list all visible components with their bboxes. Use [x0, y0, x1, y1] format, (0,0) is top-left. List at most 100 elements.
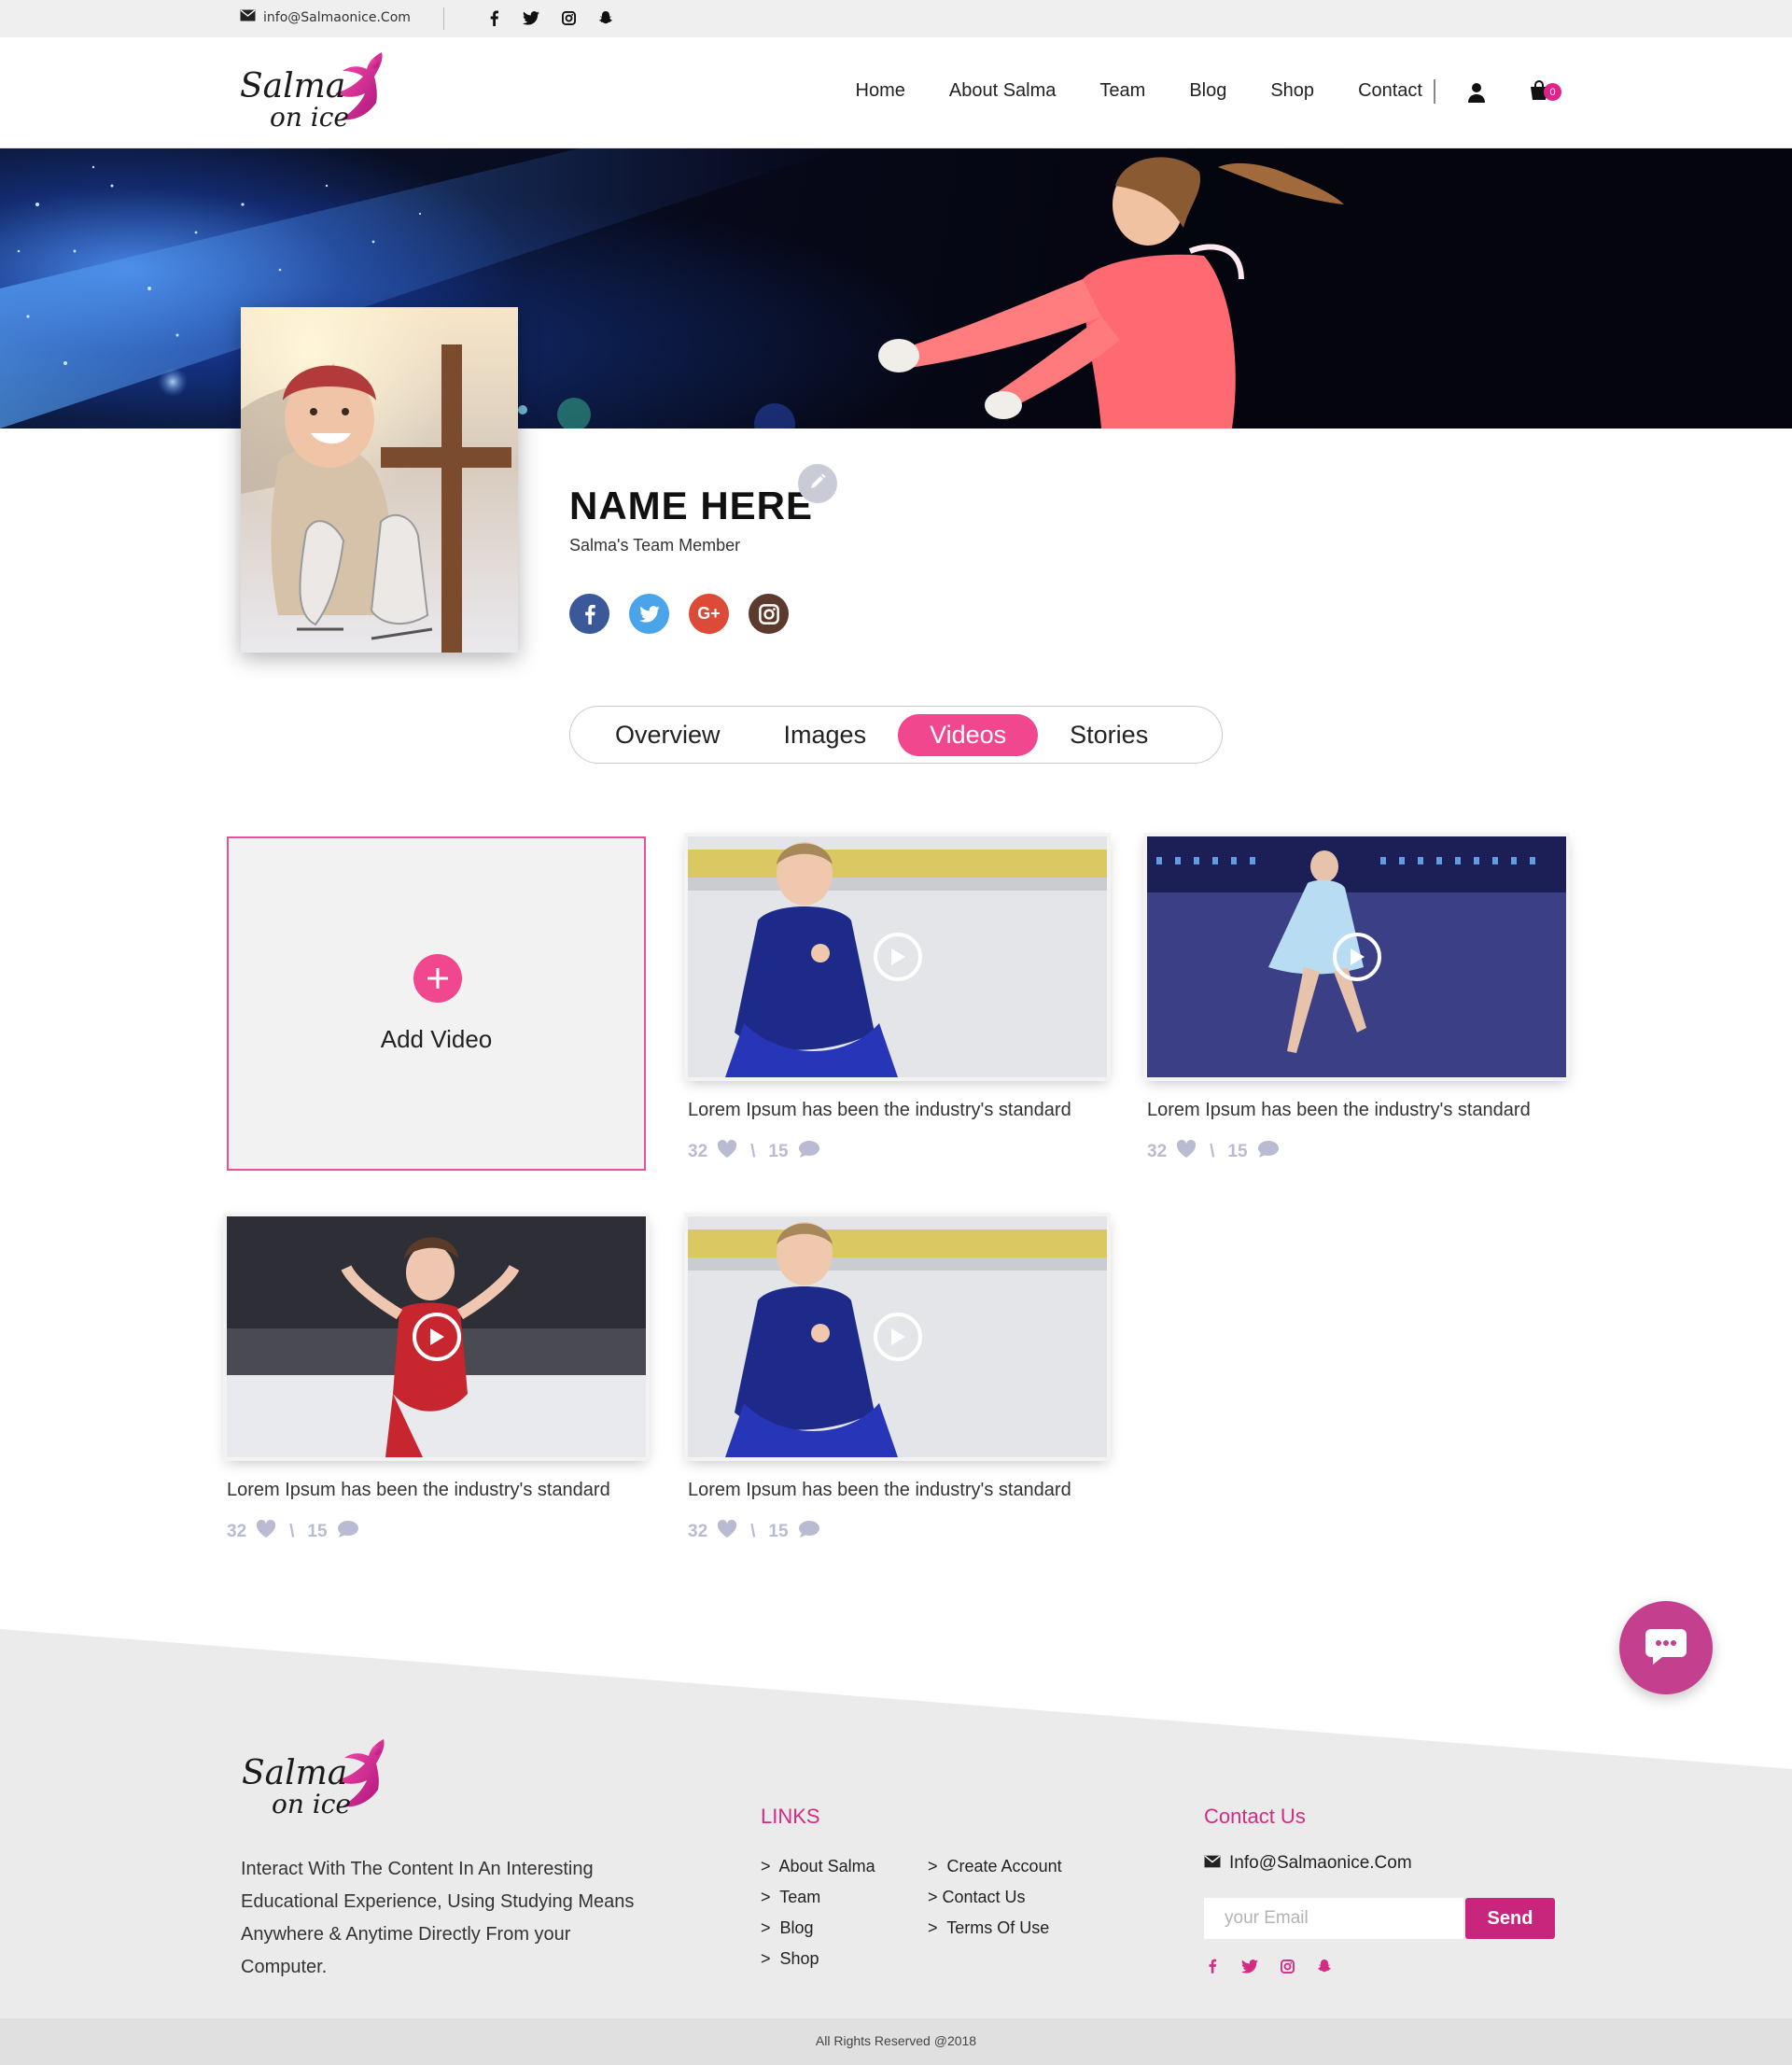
- stats-separator: \: [750, 1522, 756, 1541]
- copyright-text: All Rights Reserved @2018: [815, 2033, 977, 2048]
- comment-icon[interactable]: [798, 1520, 820, 1544]
- snapchat-icon[interactable]: [1316, 1958, 1333, 1974]
- comment-icon[interactable]: [337, 1520, 359, 1544]
- nav-home[interactable]: Home: [856, 80, 905, 102]
- footer-link-label: Shop: [779, 1949, 819, 1968]
- site-logo[interactable]: Salma on ice: [238, 45, 397, 138]
- edit-profile-button[interactable]: [798, 464, 837, 503]
- profile-name: NAME HERE: [569, 484, 814, 527]
- video-thumbnail[interactable]: [227, 1216, 646, 1457]
- add-video-card[interactable]: Add Video: [227, 836, 646, 1171]
- footer-link-blog[interactable]: > Blog: [761, 1913, 875, 1944]
- facebook-icon[interactable]: [569, 594, 609, 634]
- footer-email[interactable]: Info@Salmaonice.Com: [1204, 1853, 1412, 1874]
- topbar-social-links: [485, 9, 614, 26]
- heart-icon[interactable]: [1176, 1139, 1197, 1164]
- nav-about-salma[interactable]: About Salma: [949, 80, 1057, 102]
- footer-links-col2: > Create Account > Contact Us > Terms Of…: [928, 1851, 1062, 1944]
- envelope-icon: [240, 9, 256, 25]
- twitter-icon[interactable]: [629, 594, 669, 634]
- topbar-divider: [443, 7, 444, 30]
- video-stats: 32 \ 15: [688, 1139, 820, 1164]
- profile-tabs: Overview Images Videos Stories: [569, 706, 1223, 764]
- footer-link-label: Create Account: [946, 1857, 1062, 1875]
- likes-count: 32: [1147, 1142, 1168, 1161]
- likes-count: 32: [688, 1142, 708, 1161]
- video-title[interactable]: Lorem Ipsum has been the industry's stan…: [688, 1480, 1071, 1501]
- tab-stories[interactable]: Stories: [1038, 714, 1180, 756]
- comments-count: 15: [307, 1522, 328, 1541]
- plus-icon: [413, 954, 462, 1003]
- footer-link-contact-us[interactable]: > Contact Us: [928, 1882, 1062, 1913]
- footer-link-label: Terms Of Use: [946, 1918, 1050, 1937]
- svg-text:Salma: Salma: [240, 67, 345, 105]
- heart-icon[interactable]: [717, 1139, 737, 1164]
- footer-social-links: [1204, 1958, 1333, 1974]
- video-title[interactable]: Lorem Ipsum has been the industry's stan…: [688, 1100, 1071, 1121]
- tab-videos[interactable]: Videos: [898, 713, 1039, 756]
- user-icon[interactable]: [1467, 82, 1486, 106]
- instagram-icon[interactable]: [1279, 1958, 1295, 1974]
- stats-separator: \: [1210, 1142, 1215, 1161]
- video-title[interactable]: Lorem Ipsum has been the industry's stan…: [227, 1480, 610, 1501]
- footer-link-shop[interactable]: > Shop: [761, 1944, 875, 1974]
- svg-text:on ice: on ice: [272, 1789, 351, 1819]
- nav-divider: [1434, 79, 1435, 104]
- newsletter-email-input[interactable]: [1204, 1898, 1463, 1939]
- top-bar: info@Salmaonice.Com: [0, 0, 1792, 37]
- video-stats: 32 \ 15: [688, 1519, 820, 1544]
- likes-count: 32: [227, 1522, 247, 1541]
- google-plus-label: G+: [697, 604, 721, 623]
- play-icon: [1332, 933, 1381, 981]
- topbar-email[interactable]: info@Salmaonice.Com: [240, 9, 411, 25]
- video-stats: 32 \ 15: [227, 1519, 359, 1544]
- svg-text:Salma: Salma: [242, 1754, 347, 1792]
- twitter-icon[interactable]: [1241, 1958, 1258, 1974]
- nav-team[interactable]: Team: [1099, 80, 1145, 102]
- footer-link-about-salma[interactable]: > About Salma: [761, 1851, 875, 1882]
- google-plus-icon[interactable]: G+: [689, 594, 729, 634]
- nav-blog[interactable]: Blog: [1189, 80, 1226, 102]
- play-icon: [873, 933, 922, 981]
- footer-link-label: Team: [779, 1888, 821, 1906]
- footer-link-team[interactable]: > Team: [761, 1882, 875, 1913]
- footer-link-label: About Salma: [778, 1857, 875, 1875]
- footer-email-text: Info@Salmaonice.Com: [1229, 1853, 1412, 1873]
- footer-logo[interactable]: Salma on ice: [240, 1732, 399, 1825]
- tab-images[interactable]: Images: [752, 714, 899, 756]
- comment-icon[interactable]: [1257, 1140, 1280, 1164]
- video-thumbnail[interactable]: [688, 1216, 1107, 1457]
- facebook-icon[interactable]: [485, 9, 502, 26]
- video-thumbnail[interactable]: [688, 836, 1107, 1077]
- comments-count: 15: [768, 1142, 789, 1161]
- instagram-icon[interactable]: [560, 9, 577, 26]
- profile-avatar[interactable]: [241, 307, 518, 653]
- twitter-icon[interactable]: [523, 9, 539, 26]
- main-nav: Home About Salma Team Blog Shop Contact: [856, 80, 1422, 102]
- comment-icon[interactable]: [798, 1140, 820, 1164]
- footer-link-terms-of-use[interactable]: > Terms Of Use: [928, 1913, 1062, 1944]
- footer-link-label: Blog: [779, 1918, 814, 1937]
- profile-role: Salma's Team Member: [569, 536, 741, 555]
- pencil-icon: [808, 472, 827, 495]
- nav-shop[interactable]: Shop: [1270, 80, 1314, 102]
- chat-button[interactable]: [1619, 1601, 1713, 1694]
- video-thumbnail[interactable]: [1147, 836, 1566, 1077]
- footer-link-create-account[interactable]: > Create Account: [928, 1851, 1062, 1882]
- tab-overview[interactable]: Overview: [583, 714, 752, 756]
- heart-icon[interactable]: [256, 1519, 276, 1544]
- video-title[interactable]: Lorem Ipsum has been the industry's stan…: [1147, 1100, 1531, 1121]
- svg-text:on ice: on ice: [270, 102, 349, 133]
- nav-contact[interactable]: Contact: [1358, 80, 1422, 102]
- chat-icon: [1642, 1625, 1690, 1670]
- comments-count: 15: [1227, 1142, 1248, 1161]
- instagram-icon[interactable]: [749, 594, 789, 634]
- play-icon: [412, 1313, 461, 1361]
- send-button[interactable]: Send: [1465, 1898, 1555, 1939]
- heart-icon[interactable]: [717, 1519, 737, 1544]
- footer-description: Interact With The Content In An Interest…: [241, 1859, 635, 1977]
- footer-link-label: Contact Us: [942, 1888, 1026, 1906]
- snapchat-icon[interactable]: [597, 9, 614, 26]
- facebook-icon[interactable]: [1204, 1958, 1221, 1974]
- footer-links-heading: LINKS: [761, 1805, 820, 1828]
